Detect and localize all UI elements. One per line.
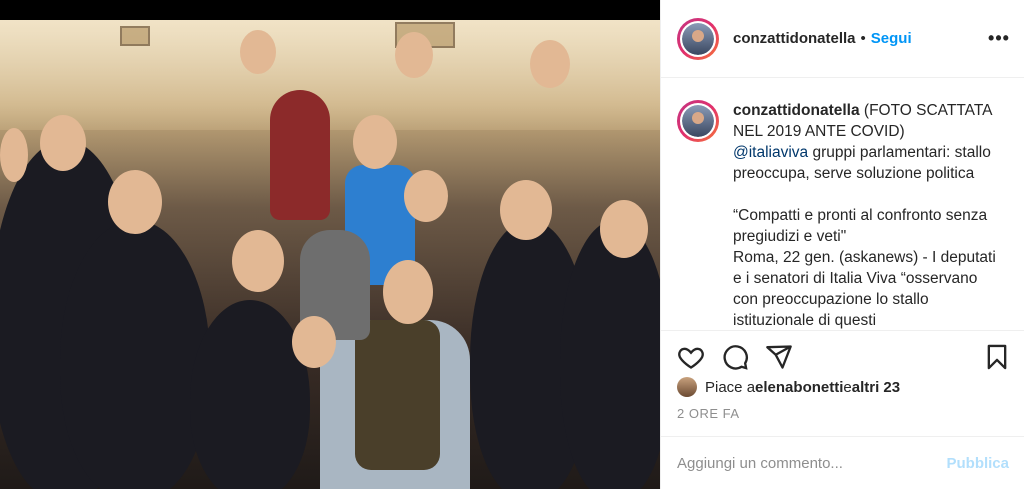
bookmark-icon[interactable] (983, 343, 1011, 371)
photo-face (395, 32, 433, 78)
caption-body: gruppi parlamentari: stallo preoccupa, s… (733, 144, 996, 329)
action-bar (661, 330, 1024, 384)
photo-person (60, 220, 210, 489)
likes-others-link[interactable]: altri 23 (852, 379, 900, 396)
post-photo[interactable] (0, 20, 660, 489)
photo-face (530, 40, 570, 88)
caption-avatar-wrap (677, 100, 719, 330)
photo-person (270, 90, 330, 220)
avatar-image (682, 105, 714, 137)
photo-face (383, 260, 433, 324)
post-sidebar: conzattidonatella • Segui ••• conzattido… (660, 0, 1024, 489)
photo-face (240, 30, 276, 74)
photo-face (40, 115, 86, 171)
separator-dot: • (860, 30, 866, 47)
likes-prefix: Piace a (705, 378, 756, 396)
photo-face (0, 128, 28, 182)
photo-face (353, 115, 397, 169)
liker-avatar[interactable] (677, 377, 697, 397)
follow-button[interactable]: Segui (871, 30, 912, 47)
caption-author-avatar[interactable] (677, 100, 719, 142)
avatar-frame (680, 103, 716, 139)
photo-letterbox (0, 0, 660, 20)
caption-area: conzattidonatella (FOTO SCATTATA NEL 201… (661, 78, 1024, 330)
avatar-frame (680, 20, 716, 57)
heart-icon[interactable] (677, 343, 705, 371)
likes-middle: e (843, 378, 852, 396)
caption-text: conzattidonatella (FOTO SCATTATA NEL 201… (733, 100, 1003, 330)
avatar-image (682, 22, 714, 55)
liker-username[interactable]: elenabonetti (755, 379, 843, 396)
send-icon[interactable] (765, 343, 793, 371)
post-header: conzattidonatella • Segui ••• (661, 0, 1024, 78)
photo-face (232, 230, 284, 292)
photo-person (560, 220, 660, 489)
photo-face (108, 170, 162, 234)
publish-button[interactable]: Pubblica (946, 455, 1009, 472)
comment-input[interactable] (677, 454, 947, 472)
author-avatar[interactable] (677, 17, 719, 60)
caption-mention-link[interactable]: @italiaviva (733, 144, 808, 161)
photo-person (355, 320, 440, 470)
comment-icon[interactable] (721, 343, 749, 371)
photo-face (404, 170, 448, 222)
likes-summary: Piace a elenabonetti e altri 23 (677, 377, 900, 397)
caption-username[interactable]: conzattidonatella (733, 102, 860, 119)
author-username[interactable]: conzattidonatella (733, 30, 856, 47)
post-photo-panel (0, 0, 660, 489)
photo-person (190, 300, 310, 489)
photo-face (292, 316, 336, 368)
photo-face (500, 180, 552, 240)
photo-wall-frame (120, 26, 150, 46)
comment-bar: Pubblica (661, 436, 1024, 489)
more-horizontal-icon[interactable]: ••• (988, 28, 1009, 48)
photo-face (600, 200, 648, 258)
post-timestamp[interactable]: 2 ORE FA (677, 406, 740, 421)
